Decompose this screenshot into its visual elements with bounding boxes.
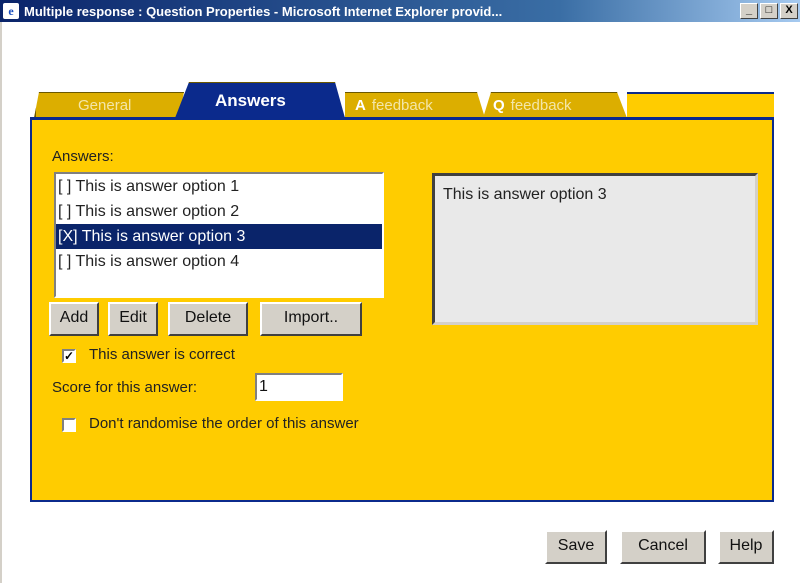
add-button[interactable]: Add xyxy=(49,302,99,336)
answer-option-2[interactable]: [ ] This is answer option 2 xyxy=(56,199,382,224)
answer-preview-text: This is answer option 3 xyxy=(443,186,607,203)
edit-button[interactable]: Edit xyxy=(108,302,158,336)
delete-button[interactable]: Delete xyxy=(168,302,248,336)
answer-preview[interactable]: This is answer option 3 xyxy=(432,173,758,325)
randomise-checkbox[interactable] xyxy=(62,418,76,432)
tab-q-feedback-label: feedback xyxy=(510,97,572,114)
correct-checkbox-label: This answer is correct xyxy=(89,346,235,363)
ie-logo-icon: e xyxy=(3,3,19,19)
answers-listbox[interactable]: [ ] This is answer option 1 [ ] This is … xyxy=(54,172,384,298)
window-title: Multiple response : Question Properties … xyxy=(24,3,503,19)
tab-strip-filler xyxy=(627,92,774,118)
tab-strip: General A feedback Q feedback Answers xyxy=(30,82,774,118)
window-controls: _ □ X xyxy=(740,3,798,19)
tab-a-feedback[interactable]: A feedback xyxy=(345,92,485,118)
answers-label: Answers: xyxy=(52,148,114,165)
help-button[interactable]: Help xyxy=(718,530,774,564)
tab-answers-label: Answers xyxy=(215,90,286,110)
randomise-checkbox-label: Don't randomise the order of this answer xyxy=(89,415,359,432)
tab-q-feedback[interactable]: Q feedback xyxy=(483,92,627,118)
minimize-button[interactable]: _ xyxy=(740,3,758,19)
score-input[interactable]: 1 xyxy=(255,373,343,401)
tab-a-feedback-label: feedback xyxy=(371,97,433,114)
save-button[interactable]: Save xyxy=(545,530,607,564)
title-bar[interactable]: e Multiple response : Question Propertie… xyxy=(0,0,800,22)
tab-q-feedback-prefix: Q xyxy=(493,97,505,114)
maximize-button[interactable]: □ xyxy=(760,3,778,19)
answer-option-4[interactable]: [ ] This is answer option 4 xyxy=(56,249,382,274)
answer-option-1[interactable]: [ ] This is answer option 1 xyxy=(56,174,382,199)
tab-general-label: General xyxy=(78,97,132,114)
score-label: Score for this answer: xyxy=(52,379,198,396)
tab-general[interactable]: General xyxy=(34,92,184,118)
cancel-button[interactable]: Cancel xyxy=(620,530,706,564)
tab-answers[interactable]: Answers xyxy=(175,82,345,118)
close-button[interactable]: X xyxy=(780,3,798,19)
tab-a-feedback-prefix: A xyxy=(355,97,366,114)
answers-panel: Answers: [ ] This is answer option 1 [ ]… xyxy=(30,117,774,502)
answer-option-3[interactable]: [X] This is answer option 3 xyxy=(56,224,382,249)
import-button[interactable]: Import.. xyxy=(260,302,362,336)
correct-checkbox[interactable]: ✓ xyxy=(62,349,76,363)
